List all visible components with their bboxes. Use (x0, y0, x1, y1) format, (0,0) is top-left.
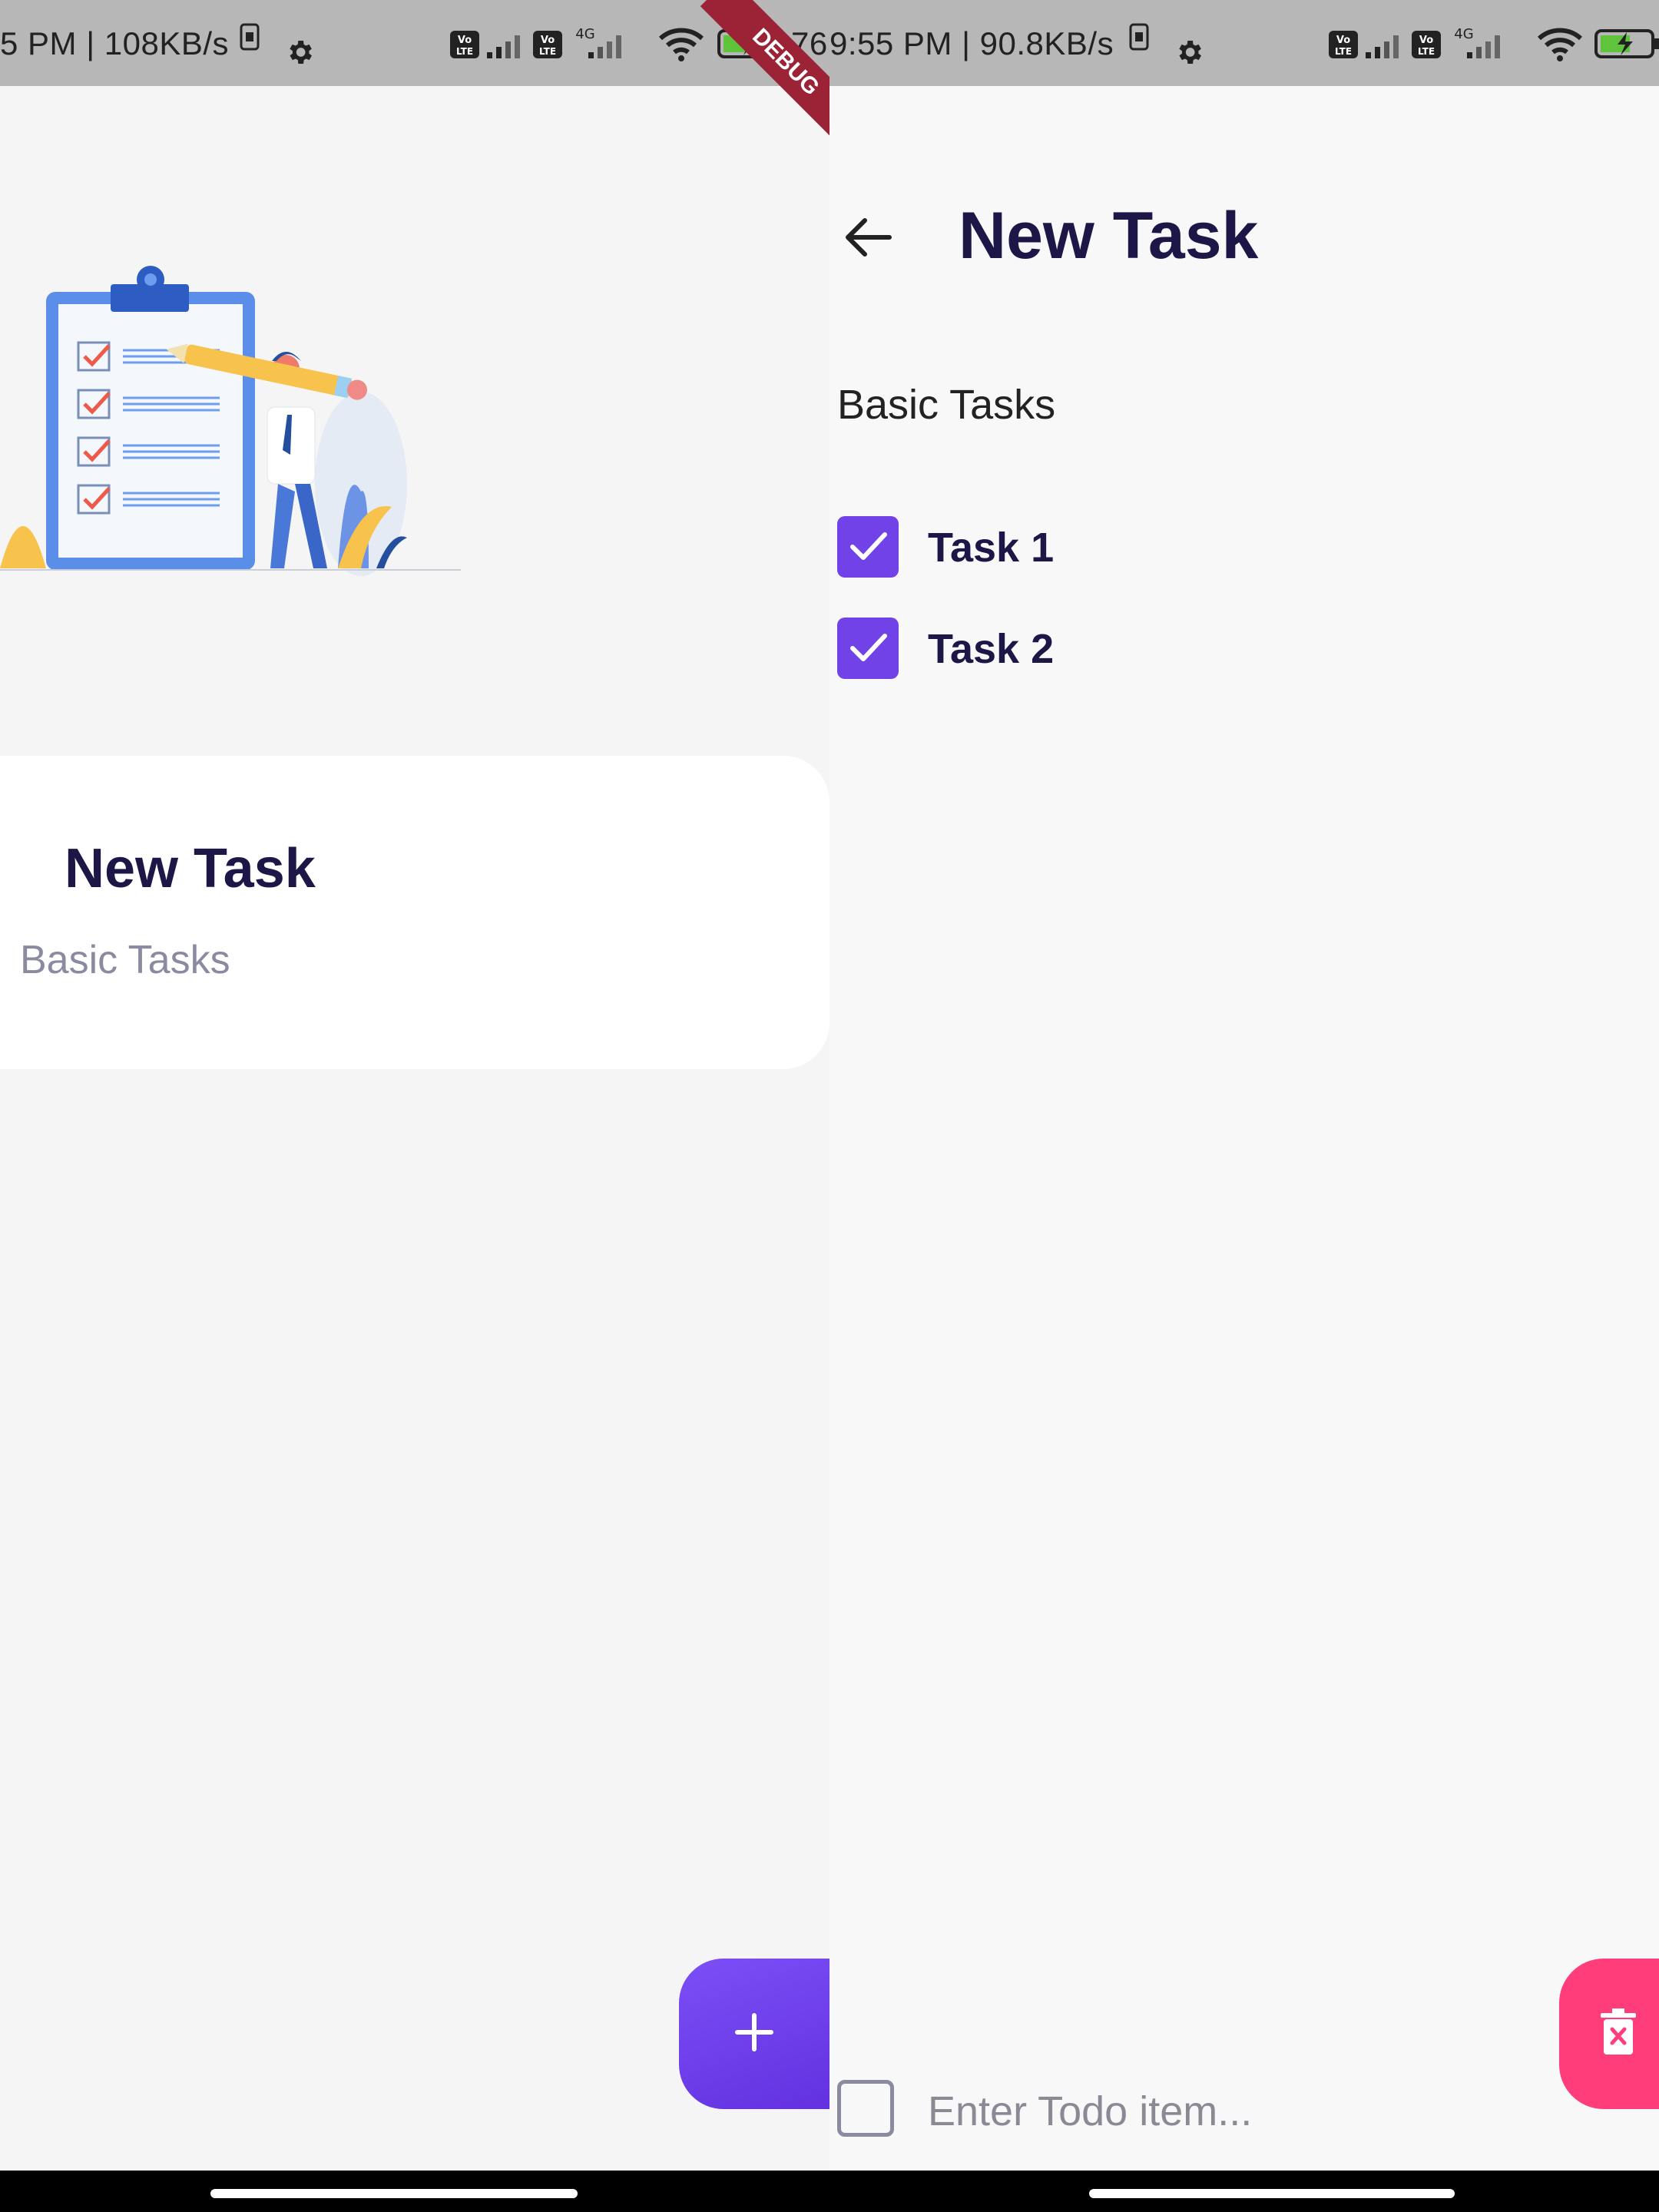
task-detail-screen: 9:55 PM | 90.8KB/s Vo LTE Vo LTE 4G (830, 0, 1659, 2212)
checkmark-icon (845, 624, 891, 674)
checklist-illustration (0, 253, 461, 580)
navigation-bar (830, 2171, 1659, 2212)
status-bar: 5 PM | 108KB/s Vo LTE Vo LTE 4G 76 (0, 0, 830, 86)
delete-task-button[interactable] (1559, 1959, 1659, 2109)
card-subtitle: Basic Tasks (20, 938, 230, 982)
todo-checkbox-checked[interactable] (837, 516, 899, 578)
card-title: New Task (65, 838, 316, 899)
new-todo-input[interactable] (926, 2081, 1528, 2141)
wifi-icon (657, 22, 705, 65)
status-time-network: 9:55 PM | 90.8KB/s (830, 25, 1114, 61)
svg-text:LTE: LTE (1335, 46, 1352, 57)
svg-text:4G: 4G (575, 26, 594, 42)
volte-signal-icon: Vo LTE Vo LTE 4G (450, 22, 650, 65)
svg-text:LTE: LTE (456, 46, 473, 57)
category-label: Basic Tasks (837, 382, 1056, 428)
svg-text:Vo: Vo (458, 35, 472, 46)
battery-icon (1594, 22, 1659, 65)
navigation-bar (0, 2171, 830, 2212)
svg-text:Vo: Vo (1419, 35, 1433, 46)
svg-text:LTE: LTE (539, 46, 556, 57)
home-indicator[interactable] (210, 2189, 578, 2198)
checkmark-icon (845, 522, 891, 572)
home-indicator[interactable] (1089, 2189, 1455, 2198)
add-task-button[interactable] (679, 1959, 830, 2109)
back-button[interactable] (842, 210, 896, 264)
settings-gear-icon (284, 37, 315, 75)
svg-text:4G: 4G (1454, 26, 1473, 42)
plus-icon (733, 2011, 776, 2058)
todo-checkbox-checked[interactable] (837, 618, 899, 679)
svg-text:Vo: Vo (541, 35, 555, 46)
arrow-left-icon (842, 218, 896, 267)
svg-text:LTE: LTE (1418, 46, 1435, 57)
todo-label: Task 1 (928, 525, 1055, 571)
trash-x-icon (1601, 2008, 1636, 2060)
sim-icon (240, 22, 260, 65)
svg-text:Vo: Vo (1336, 35, 1350, 46)
page-title: New Task (959, 199, 1259, 273)
status-time-network: 5 PM | 108KB/s (0, 25, 230, 61)
new-todo-checkbox[interactable] (837, 2080, 894, 2137)
home-screen: 5 PM | 108KB/s VoLTE VoLTE 4G 76 DEBUG (0, 0, 830, 2212)
volte-signal-icon: Vo LTE Vo LTE 4G (1329, 22, 1528, 65)
status-bar: 9:55 PM | 90.8KB/s Vo LTE Vo LTE 4G (830, 0, 1659, 86)
settings-gear-icon (1174, 37, 1204, 75)
wifi-icon (1536, 22, 1584, 65)
todo-label: Task 2 (928, 626, 1055, 672)
sim-icon (1129, 22, 1149, 65)
task-category-card[interactable] (0, 756, 830, 1069)
